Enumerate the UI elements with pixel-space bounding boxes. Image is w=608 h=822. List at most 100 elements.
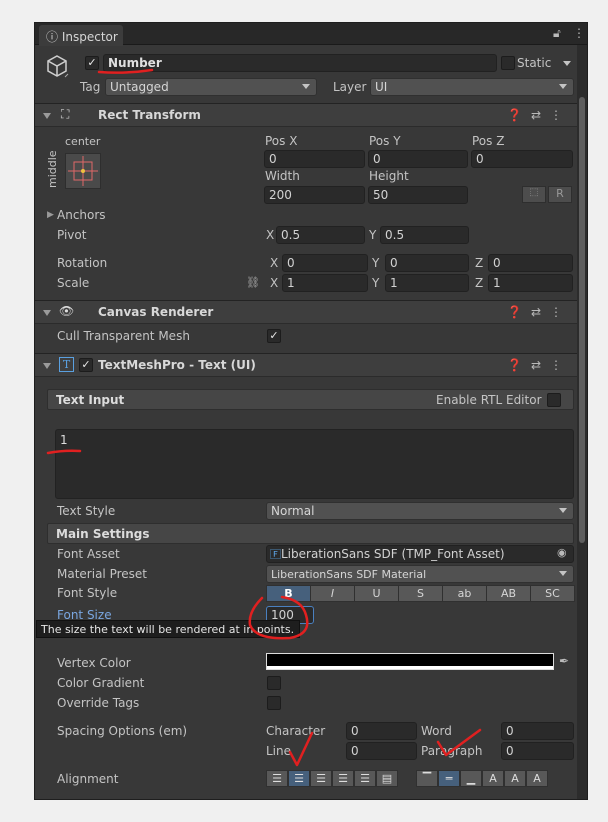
anchors-label[interactable]: Anchors [57, 208, 106, 222]
lock-icon[interactable]: 🔓︎ [553, 26, 561, 41]
scale-y-field[interactable]: 1 [385, 274, 469, 292]
align-flush-icon[interactable]: ☰ [354, 770, 376, 787]
anchors-foldout-icon[interactable]: ▶ [47, 210, 54, 220]
component-header-icons[interactable]: ❓⇄⋮ [507, 108, 571, 122]
align-geometry-center-icon[interactable]: ▤ [376, 770, 398, 787]
tab-label: Inspector [61, 30, 118, 44]
align-top-icon[interactable]: ▔ [416, 770, 438, 787]
enable-rtl-label: Enable RTL Editor [436, 393, 542, 407]
static-dropdown-arrow-icon[interactable] [563, 61, 571, 66]
tab-inspector[interactable]: ⓘ Inspector [39, 25, 123, 46]
font-asset-field[interactable]: 🄵LiberationSans SDF (TMP_Font Asset) [266, 545, 574, 563]
pos-z-field[interactable]: 0 [471, 150, 573, 168]
enable-rtl-checkbox[interactable] [547, 393, 561, 407]
raw-edit-button[interactable]: R [548, 186, 572, 203]
align-right-icon[interactable]: ☰ [310, 770, 332, 787]
canvas-renderer-header[interactable]: 👁︎ Canvas Renderer ❓⇄⋮ [35, 300, 587, 324]
pos-x-label: Pos X [265, 134, 298, 148]
blueprint-mode-button[interactable]: ⬚ [522, 186, 546, 203]
rect-transform-header[interactable]: ⛶ Rect Transform ❓⇄⋮ [35, 103, 587, 127]
word-spacing-field[interactable]: 0 [501, 722, 574, 740]
text-style-dropdown[interactable]: Normal [266, 502, 574, 520]
component-title: Canvas Renderer [98, 305, 214, 319]
lowercase-button[interactable]: ab [442, 585, 487, 602]
strikethrough-button[interactable]: S [398, 585, 443, 602]
align-center-icon[interactable]: ☰ [288, 770, 310, 787]
rotation-y-field[interactable]: 0 [385, 254, 469, 272]
eyedropper-icon[interactable]: ✒︎ [559, 654, 569, 668]
pos-y-field[interactable]: 0 [368, 150, 468, 168]
foldout-arrow-icon[interactable] [43, 113, 51, 119]
align-capline-icon[interactable]: A [526, 770, 548, 787]
foldout-arrow-icon[interactable] [43, 363, 51, 369]
align-baseline-icon[interactable]: A [482, 770, 504, 787]
layer-label: Layer [333, 80, 367, 94]
component-enabled-checkbox[interactable]: ✓ [79, 358, 93, 372]
text-input-label: Text Input [56, 393, 125, 407]
scale-z-field[interactable]: 1 [488, 274, 573, 292]
chevron-down-icon [559, 508, 567, 513]
scrollbar-thumb[interactable] [579, 97, 585, 543]
paragraph-label: Paragraph [421, 744, 483, 758]
rect-transform-icon: ⛶ [61, 107, 70, 121]
character-spacing-field[interactable]: 0 [346, 722, 417, 740]
active-checkbox[interactable]: ✓ [85, 56, 99, 70]
text-style-label: Text Style [57, 504, 116, 518]
align-middle-icon[interactable]: ═ [438, 770, 460, 787]
rotation-z-field[interactable]: 0 [488, 254, 573, 272]
rotation-x-field[interactable]: 0 [282, 254, 368, 272]
scrollbar[interactable] [577, 45, 587, 799]
paragraph-spacing-field[interactable]: 0 [501, 742, 574, 760]
vertex-color-label: Vertex Color [57, 656, 131, 670]
rotation-z-label: Z [475, 256, 484, 270]
override-tags-checkbox[interactable] [267, 696, 281, 710]
component-header-icons[interactable]: ❓⇄⋮ [507, 305, 571, 319]
static-checkbox[interactable] [501, 56, 515, 70]
layer-dropdown[interactable]: UI [370, 78, 574, 96]
align-bottom-icon[interactable]: ▁ [460, 770, 482, 787]
textmeshpro-header[interactable]: T ✓ TextMeshPro - Text (UI) ❓⇄⋮ [35, 353, 587, 377]
uppercase-button[interactable]: AB [486, 585, 531, 602]
underline-button[interactable]: U [354, 585, 399, 602]
align-midline-icon[interactable]: A [504, 770, 526, 787]
align-left-icon[interactable]: ☰ [266, 770, 288, 787]
scale-y-label: Y [372, 276, 380, 290]
gameobject-cube-icon[interactable] [45, 53, 69, 79]
main-settings-section: Main Settings [47, 523, 574, 544]
object-name-input[interactable]: Number [103, 54, 497, 72]
scale-x-field[interactable]: 1 [282, 274, 368, 292]
word-label: Word [421, 724, 452, 738]
component-header-icons[interactable]: ❓⇄⋮ [507, 358, 571, 372]
component-title: TextMeshPro - Text (UI) [98, 358, 256, 372]
pivot-x-label: X [266, 228, 275, 242]
line-label: Line [266, 744, 292, 758]
component-title: Rect Transform [98, 108, 201, 122]
width-field[interactable]: 200 [264, 186, 365, 204]
tag-dropdown[interactable]: Untagged [105, 78, 317, 96]
more-menu-icon[interactable]: ⋮ [573, 26, 585, 40]
constrain-proportions-icon[interactable]: ⛓︎ [246, 276, 260, 289]
italic-button[interactable]: I [310, 585, 355, 602]
material-preset-dropdown[interactable]: LiberationSans SDF Material [266, 565, 574, 583]
pivot-y-field[interactable]: 0.5 [380, 226, 469, 244]
smallcaps-button[interactable]: SC [530, 585, 575, 602]
foldout-arrow-icon[interactable] [43, 310, 51, 316]
pos-x-field[interactable]: 0 [264, 150, 365, 168]
tag-value: Untagged [110, 80, 169, 94]
inspector-window: ⓘ Inspector 🔓︎ ⋮ ✓ Number Static Tag Unt… [34, 22, 588, 800]
material-preset-label: Material Preset [57, 567, 147, 581]
color-gradient-label: Color Gradient [57, 676, 145, 690]
layer-value: UI [375, 80, 388, 94]
line-spacing-field[interactable]: 0 [346, 742, 417, 760]
color-gradient-checkbox[interactable] [267, 676, 281, 690]
align-justified-icon[interactable]: ☰ [332, 770, 354, 787]
cull-transparent-mesh-checkbox[interactable]: ✓ [267, 329, 281, 343]
text-input-area[interactable]: 1 [55, 429, 574, 499]
object-picker-icon[interactable]: ◉ [557, 546, 567, 559]
bold-button[interactable]: B [266, 585, 311, 602]
height-field[interactable]: 50 [368, 186, 468, 204]
anchor-preset-button[interactable] [65, 153, 101, 189]
pivot-x-field[interactable]: 0.5 [276, 226, 365, 244]
chevron-down-icon [302, 84, 310, 89]
vertex-color-swatch[interactable] [266, 653, 554, 670]
